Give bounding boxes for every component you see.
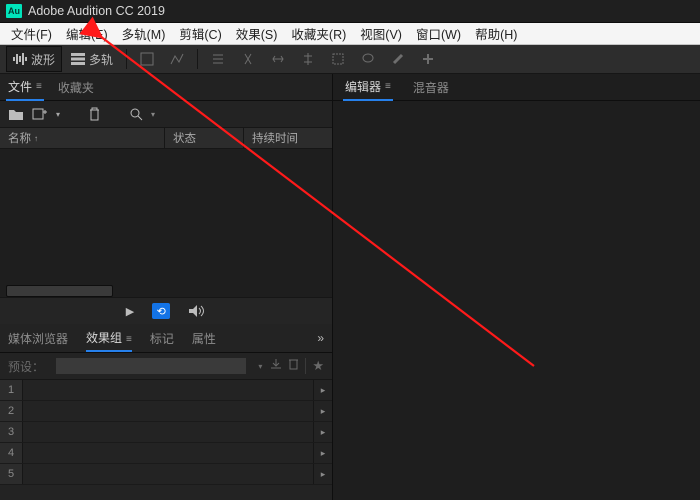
new-file-icon[interactable] <box>32 107 48 121</box>
toolbar: 波形 多轨 <box>0 45 700 74</box>
panel-menu-icon[interactable]: ≡ <box>126 334 132 345</box>
menu-clip[interactable]: 剪辑(C) <box>172 23 228 44</box>
dropdown-icon[interactable]: ▾ <box>258 362 262 371</box>
tab-editor[interactable]: 编辑器≡ <box>343 74 393 101</box>
preset-label: 预设： <box>8 358 44 375</box>
app-logo: Au <box>6 4 22 18</box>
slip-icon <box>271 52 285 66</box>
auto-play-icon[interactable] <box>188 304 206 318</box>
preset-dropdown[interactable] <box>56 358 246 374</box>
menu-multitrack[interactable]: 多轨(M) <box>115 23 173 44</box>
tab-effects-rack[interactable]: 效果组≡ <box>86 325 132 352</box>
search-dropdown-icon[interactable]: ▾ <box>151 110 155 119</box>
overflow-icon[interactable]: » <box>317 331 324 345</box>
panel-menu-icon[interactable]: ≡ <box>36 81 42 92</box>
files-panel: 文件≡ 收藏夹 ▾ ▾ 名称 ↑ 状态 持续时间 <box>0 74 332 324</box>
multitrack-icon <box>71 52 85 66</box>
files-panel-tabs: 文件≡ 收藏夹 <box>0 74 332 101</box>
left-column: 文件≡ 收藏夹 ▾ ▾ 名称 ↑ 状态 持续时间 <box>0 74 333 500</box>
file-list <box>0 149 332 297</box>
effect-slot[interactable]: 3▸ <box>0 422 332 443</box>
pitch-icon <box>170 52 184 66</box>
time-select-icon <box>301 52 315 66</box>
menu-view[interactable]: 视图(V) <box>353 23 409 44</box>
tool-spectral-button[interactable] <box>133 46 161 72</box>
menu-help[interactable]: 帮助(H) <box>468 23 524 44</box>
open-file-icon[interactable] <box>8 107 24 121</box>
toolbar-separator <box>126 49 127 69</box>
app-title: Adobe Audition CC 2019 <box>28 4 165 18</box>
effect-slot[interactable]: 1▸ <box>0 380 332 401</box>
loop-icon[interactable]: ⟲ <box>152 303 170 319</box>
effect-slot[interactable]: 5▸ <box>0 464 332 485</box>
waveform-icon <box>13 52 27 66</box>
razor-icon <box>241 52 255 66</box>
delete-icon[interactable] <box>88 107 101 121</box>
tool-lasso-button[interactable] <box>354 46 382 72</box>
save-preset-icon[interactable] <box>270 358 282 374</box>
chevron-right-icon[interactable]: ▸ <box>313 422 332 442</box>
chevron-right-icon[interactable]: ▸ <box>313 401 332 421</box>
mode-multitrack-label: 多轨 <box>89 51 113 68</box>
spectral-icon <box>140 52 154 66</box>
chevron-right-icon[interactable]: ▸ <box>313 443 332 463</box>
mode-multitrack-button[interactable]: 多轨 <box>64 46 120 72</box>
panel-menu-icon[interactable]: ≡ <box>385 81 391 92</box>
menu-favorites[interactable]: 收藏夹(R) <box>284 23 353 44</box>
workspace: 文件≡ 收藏夹 ▾ ▾ 名称 ↑ 状态 持续时间 <box>0 74 700 500</box>
tool-pitch-button[interactable] <box>163 46 191 72</box>
chevron-right-icon[interactable]: ▸ <box>313 380 332 400</box>
tab-files[interactable]: 文件≡ <box>6 74 44 101</box>
favorite-icon[interactable]: ★ <box>312 358 324 374</box>
chevron-right-icon[interactable]: ▸ <box>313 464 332 484</box>
tab-properties[interactable]: 属性 <box>192 326 216 351</box>
marquee-icon <box>331 52 345 66</box>
menu-bar: 文件(F) 编辑(E) 多轨(M) 剪辑(C) 效果(S) 收藏夹(R) 视图(… <box>0 23 700 45</box>
effects-slots: 1▸ 2▸ 3▸ 4▸ 5▸ <box>0 380 332 500</box>
effect-slot[interactable]: 2▸ <box>0 401 332 422</box>
heal-icon <box>421 52 435 66</box>
right-column: 编辑器≡ 混音器 <box>333 74 700 500</box>
col-duration[interactable]: 持续时间 <box>244 128 332 148</box>
tab-media-browser[interactable]: 媒体浏览器 <box>8 326 68 351</box>
menu-effects[interactable]: 效果(S) <box>229 23 285 44</box>
tool-move-button[interactable] <box>204 46 232 72</box>
dropdown-icon[interactable]: ▾ <box>56 110 60 119</box>
menu-window[interactable]: 窗口(W) <box>409 23 468 44</box>
mode-waveform-label: 波形 <box>31 51 55 68</box>
effect-slot[interactable]: 4▸ <box>0 443 332 464</box>
tab-favorites[interactable]: 收藏夹 <box>56 75 96 100</box>
title-bar: Au Adobe Audition CC 2019 <box>0 0 700 23</box>
files-toolbar: ▾ ▾ <box>0 101 332 127</box>
tool-heal-button[interactable] <box>414 46 442 72</box>
delete-preset-icon[interactable] <box>288 358 299 374</box>
effects-panel-tabs: 媒体浏览器 效果组≡ 标记 属性 » <box>0 324 332 353</box>
tool-brush-button[interactable] <box>384 46 412 72</box>
move-icon <box>211 52 225 66</box>
scrollbar-thumb[interactable] <box>6 285 113 297</box>
mode-waveform-button[interactable]: 波形 <box>6 46 62 72</box>
effects-panel: 媒体浏览器 效果组≡ 标记 属性 » 预设： ▾ ★ 1▸ 2▸ <box>0 324 332 500</box>
tab-markers[interactable]: 标记 <box>150 326 174 351</box>
preset-row: 预设： ▾ ★ <box>0 353 332 380</box>
search-icon[interactable] <box>129 107 143 121</box>
menu-file[interactable]: 文件(F) <box>4 23 59 44</box>
editor-panel-tabs: 编辑器≡ 混音器 <box>333 74 700 101</box>
col-name[interactable]: 名称 ↑ <box>0 128 165 148</box>
play-icon[interactable]: ▶ <box>126 305 134 318</box>
tool-razor-button[interactable] <box>234 46 262 72</box>
files-footer: ▶ ⟲ <box>0 297 332 324</box>
toolbar-separator <box>197 49 198 69</box>
col-status[interactable]: 状态 <box>165 128 244 148</box>
tool-slip-button[interactable] <box>264 46 292 72</box>
menu-edit[interactable]: 编辑(E) <box>59 23 115 44</box>
tool-time-button[interactable] <box>294 46 322 72</box>
brush-icon <box>391 52 405 66</box>
lasso-icon <box>361 52 375 66</box>
editor-body <box>333 101 700 500</box>
files-column-header: 名称 ↑ 状态 持续时间 <box>0 127 332 149</box>
tab-mixer[interactable]: 混音器 <box>411 75 451 100</box>
tool-marquee-button[interactable] <box>324 46 352 72</box>
